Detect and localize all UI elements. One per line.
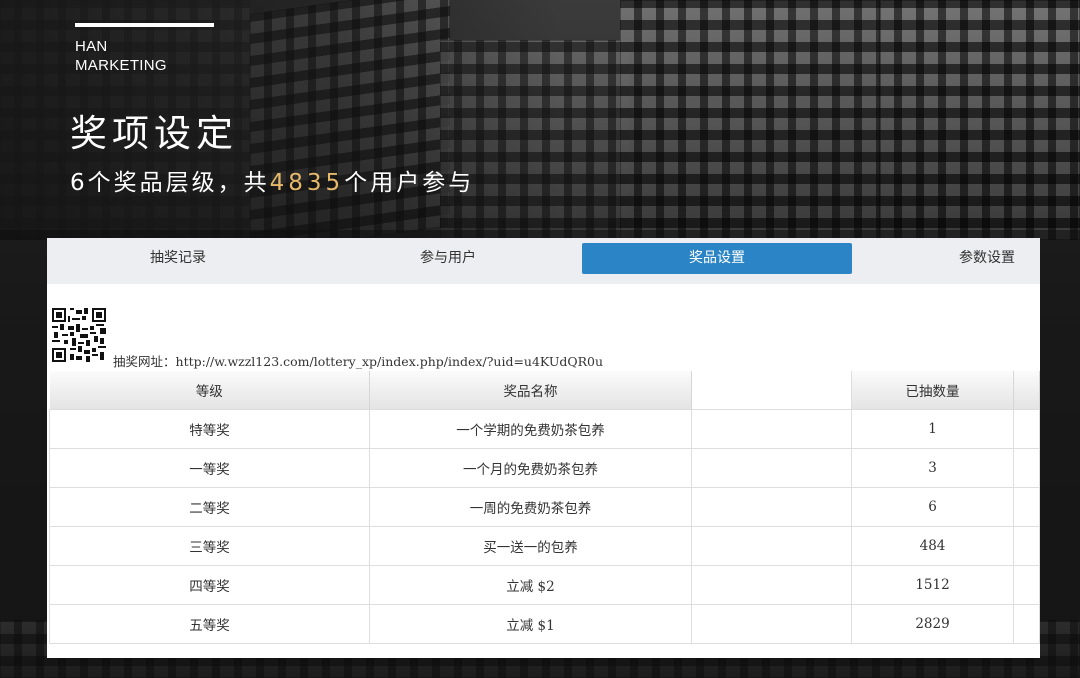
building-shape	[880, 0, 1080, 240]
prize-level: 一等奖	[49, 448, 370, 488]
table-row: 四等奖 立减 $2 1512	[49, 565, 1040, 605]
prize-table: 等级 奖品名称 已抽数量 特等奖 一个学期的免费奶茶包养 1 一等奖 一个月的免…	[49, 371, 1040, 644]
participant-count: 4835	[269, 170, 345, 196]
prize-level: 二等奖	[49, 487, 370, 527]
subtitle-prefix: 6个奖品层级，共	[70, 170, 270, 196]
lottery-admin-panel: 抽奖记录 参与用户 奖品设置 参数设置 抽奖网址：http://w.wzzl12…	[47, 238, 1040, 658]
blank-cell	[1013, 565, 1040, 605]
table-row: 三等奖 买一送一的包养 484	[49, 526, 1040, 566]
prize-level: 三等奖	[49, 526, 370, 566]
column-header-prize-name[interactable]: 奖品名称	[369, 371, 692, 410]
brand-divider	[75, 23, 214, 27]
prize-drawn-count: 2829	[851, 604, 1014, 644]
page-title: 奖项设定	[70, 112, 238, 155]
prize-name: 立减 $1	[369, 604, 692, 644]
blank-cell	[1013, 604, 1040, 644]
prize-level: 特等奖	[49, 409, 370, 449]
tab-parameter-settings[interactable]: 参数设置	[922, 243, 1052, 274]
tab-draw-records[interactable]: 抽奖记录	[113, 243, 243, 274]
tab-participants[interactable]: 参与用户	[383, 243, 513, 274]
lottery-url-link[interactable]: http://w.wzzl123.com/lottery_xp/index.ph…	[176, 354, 604, 369]
prize-drawn-count: 3	[851, 448, 1014, 488]
table-header-row: 等级 奖品名称 已抽数量	[49, 371, 1040, 410]
blank-cell	[691, 565, 852, 605]
prize-drawn-count: 484	[851, 526, 1014, 566]
prize-drawn-count: 1	[851, 409, 1014, 449]
prize-name: 一周的免费奶茶包养	[369, 487, 692, 527]
blank-cell	[691, 487, 852, 527]
lottery-url-row: 抽奖网址：http://w.wzzl123.com/lottery_xp/ind…	[113, 351, 603, 370]
blank-cell	[691, 526, 852, 566]
prize-level: 五等奖	[49, 604, 370, 644]
blank-cell	[691, 604, 852, 644]
tab-bar: 抽奖记录 参与用户 奖品设置 参数设置	[47, 238, 1040, 284]
column-header-blank	[1013, 371, 1040, 410]
table-row: 二等奖 一周的免费奶茶包养 6	[49, 487, 1040, 527]
prize-name: 一个月的免费奶茶包养	[369, 448, 692, 488]
prize-name: 一个学期的免费奶茶包养	[369, 409, 692, 449]
blank-cell	[1013, 487, 1040, 527]
blank-cell	[691, 409, 852, 449]
prize-name: 立减 $2	[369, 565, 692, 605]
table-row: 特等奖 一个学期的免费奶茶包养 1	[49, 409, 1040, 449]
tab-prize-settings[interactable]: 奖品设置	[582, 243, 852, 274]
brand-line-2: MARKETING	[75, 57, 167, 74]
prize-name: 买一送一的包养	[369, 526, 692, 566]
lottery-url-label: 抽奖网址：	[113, 354, 176, 369]
blank-cell	[691, 448, 852, 488]
page-subtitle: 6个奖品层级，共4835个用户参与	[70, 168, 474, 198]
prize-drawn-count: 1512	[851, 565, 1014, 605]
building-shape	[620, 0, 880, 240]
table-row: 一等奖 一个月的免费奶茶包养 3	[49, 448, 1040, 488]
blank-cell	[1013, 409, 1040, 449]
blank-cell	[1013, 526, 1040, 566]
table-row: 五等奖 立减 $1 2829	[49, 604, 1040, 644]
subtitle-suffix: 个用户参与	[344, 170, 475, 196]
column-header-drawn-count[interactable]: 已抽数量	[851, 371, 1014, 410]
prize-drawn-count: 6	[851, 487, 1014, 527]
column-header-level[interactable]: 等级	[49, 371, 370, 410]
column-header-blank	[691, 371, 852, 410]
brand-logo-text: HAN MARKETING	[75, 37, 167, 75]
blank-cell	[1013, 448, 1040, 488]
brand-line-1: HAN	[75, 38, 108, 55]
prize-level: 四等奖	[49, 565, 370, 605]
qr-code-icon	[52, 308, 106, 362]
